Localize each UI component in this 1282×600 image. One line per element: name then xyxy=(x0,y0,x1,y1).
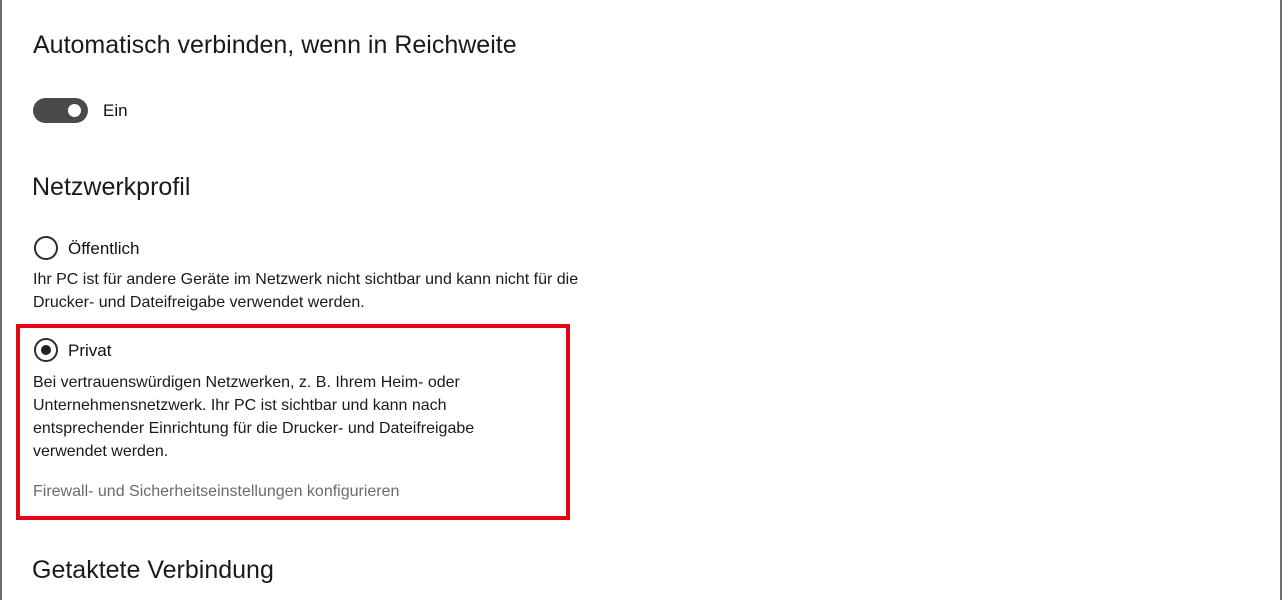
settings-panel: Automatisch verbinden, wenn in Reichweit… xyxy=(0,0,1282,600)
toggle-knob xyxy=(68,104,81,117)
private-radio-button[interactable] xyxy=(34,338,58,362)
firewall-settings-link[interactable]: Firewall- und Sicherheitseinstellungen k… xyxy=(33,482,399,502)
network-profile-heading: Netzwerkprofil xyxy=(32,173,191,201)
auto-connect-heading: Automatisch verbinden, wenn in Reichweit… xyxy=(33,31,517,59)
radio-selected-dot xyxy=(41,345,51,355)
auto-connect-toggle-label: Ein xyxy=(103,101,128,120)
auto-connect-toggle[interactable] xyxy=(33,98,88,123)
public-radio-button[interactable] xyxy=(34,236,58,260)
metered-connection-heading: Getaktete Verbindung xyxy=(32,556,274,584)
private-description: Bei vertrauenswürdigen Netzwerken, z. B.… xyxy=(33,374,475,460)
public-radio-label[interactable]: Öffentlich xyxy=(68,239,140,259)
public-description: Ihr PC ist für andere Geräte im Netzwerk… xyxy=(33,271,579,311)
private-radio-label[interactable]: Privat xyxy=(68,341,111,361)
